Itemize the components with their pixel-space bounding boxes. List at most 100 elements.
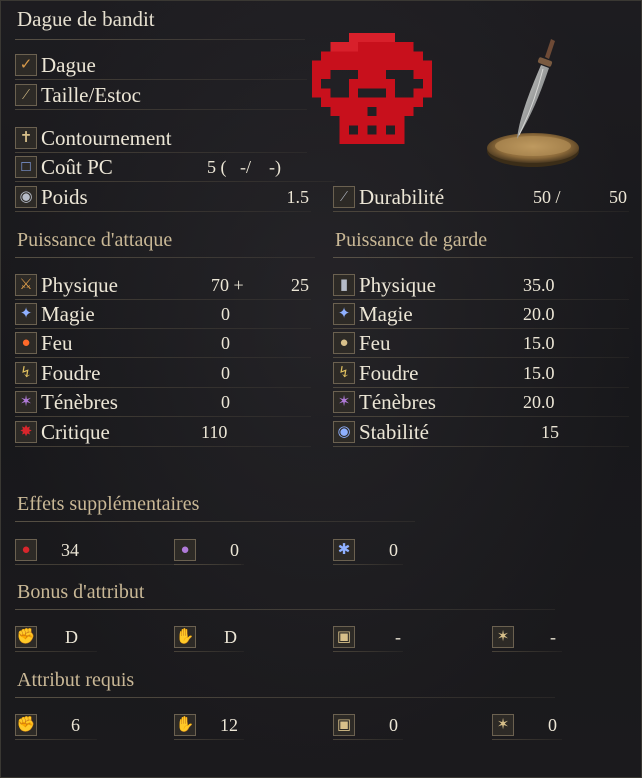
effect-value: 0	[389, 539, 398, 560]
dark-guard-icon: ✶	[333, 391, 355, 413]
weight-icon: ◉	[15, 186, 37, 208]
attack-bonus: 25	[291, 274, 309, 295]
guard-row: ◉ Stabilité 15	[333, 418, 629, 447]
fire-attack-icon: ●	[15, 332, 37, 354]
physical-guard-icon: ▮	[333, 274, 355, 296]
strength-icon: ✊	[15, 626, 37, 648]
skull-icon	[312, 33, 432, 144]
title-divider	[15, 39, 305, 40]
scaling-item: ▣ -	[333, 623, 403, 652]
attack-row: ✸ Critique 110	[15, 418, 311, 447]
requirements-header-divider	[15, 697, 555, 698]
scaling-item: ✊ D	[15, 623, 97, 652]
durability-label: Durabilité	[359, 184, 445, 209]
attack-label: Foudre	[41, 360, 101, 385]
scaling-value: D	[224, 626, 237, 647]
strength-icon: ✊	[15, 714, 37, 736]
scaling-item: ✶ -	[492, 623, 562, 652]
attack-value: 70 +	[211, 274, 244, 295]
guard-label: Ténèbres	[359, 389, 436, 414]
lightning-guard-icon: ↯	[333, 362, 355, 384]
attack-label: Critique	[41, 419, 110, 444]
fp-cost-row: □ Coût PC 5 ( -/ -)	[15, 153, 335, 182]
weight-row: ◉ Poids 1.5	[15, 183, 311, 212]
intelligence-icon: ▣	[333, 626, 355, 648]
attack-power-header: Puissance d'attaque	[17, 229, 173, 251]
physical-attack-icon: ⚔	[15, 274, 37, 296]
guard-label: Stabilité	[359, 419, 429, 444]
fp-cost-icon: □	[15, 156, 37, 178]
attack-value: 0	[221, 391, 230, 412]
guard-row: ✦ Magie 20.0	[333, 300, 629, 329]
intelligence-icon: ▣	[333, 714, 355, 736]
guard-label: Feu	[359, 330, 391, 355]
durability-current: 50 /	[533, 186, 561, 207]
dexterity-icon: ✋	[174, 626, 196, 648]
weapon-name: Dague de bandit	[17, 7, 155, 31]
dark-attack-icon: ✶	[15, 391, 37, 413]
attack-value: 110	[201, 421, 228, 442]
skill-label: Contournement	[41, 125, 172, 150]
effect-item: ✱ 0	[333, 536, 403, 565]
weapon-info-panel: Dague de bandit ✓ Dague ∕ Taille/Estoc ✝…	[0, 0, 642, 778]
guard-value: 15.0	[523, 362, 555, 383]
fp-cost-value: 5 ( -/ -)	[207, 156, 281, 177]
attack-label: Ténèbres	[41, 389, 118, 414]
attack-label: Physique	[41, 272, 119, 297]
magic-guard-icon: ✦	[333, 303, 355, 325]
durability-max: 50	[609, 186, 627, 207]
requirement-value: 6	[71, 714, 80, 735]
lightning-attack-icon: ↯	[15, 362, 37, 384]
durability-row: ∕ Durabilité 50 / 50	[333, 183, 629, 212]
guard-row: ✶ Ténèbres 20.0	[333, 388, 629, 417]
requirements-header: Attribut requis	[17, 669, 135, 691]
attack-type-icon: ∕	[15, 84, 37, 106]
attack-value: 0	[221, 332, 230, 353]
frost-icon: ✱	[333, 539, 355, 561]
requirement-item: ▣ 0	[333, 711, 403, 740]
attack-value: 0	[221, 303, 230, 324]
requirement-value: 12	[220, 714, 238, 735]
weapon-type-row: ✓ Dague	[15, 51, 307, 80]
fp-cost-label: Coût PC	[41, 154, 113, 179]
effects-header-divider	[15, 521, 415, 522]
requirement-item: ✊ 6	[15, 711, 97, 740]
attack-label: Magie	[41, 301, 95, 326]
guard-row: ↯ Foudre 15.0	[333, 359, 629, 388]
attack-type-row: ∕ Taille/Estoc	[15, 81, 307, 110]
guard-label: Physique	[359, 272, 437, 297]
requirement-item: ✋ 12	[174, 711, 244, 740]
weapon-image	[487, 39, 579, 167]
guard-value: 20.0	[523, 303, 555, 324]
guard-row: ▮ Physique 35.0	[333, 271, 629, 300]
requirement-value: 0	[389, 714, 398, 735]
fire-guard-icon: ●	[333, 332, 355, 354]
dexterity-icon: ✋	[174, 714, 196, 736]
attack-value: 0	[221, 362, 230, 383]
attack-label: Feu	[41, 330, 73, 355]
guard-label: Magie	[359, 301, 413, 326]
guard-header-divider	[333, 257, 633, 258]
requirement-item: ✶ 0	[492, 711, 562, 740]
magic-attack-icon: ✦	[15, 303, 37, 325]
bleed-icon: ●	[15, 539, 37, 561]
guard-row: ● Feu 15.0	[333, 329, 629, 358]
faith-icon: ✶	[492, 626, 514, 648]
weapon-type-label: Dague	[41, 52, 96, 77]
poison-icon: ●	[174, 539, 196, 561]
attack-row: ● Feu 0	[15, 329, 311, 358]
attack-row: ⚔ Physique 70 + 25	[15, 271, 311, 300]
effect-value: 0	[230, 539, 239, 560]
weapon-type-icon: ✓	[15, 54, 37, 76]
stability-icon: ◉	[333, 421, 355, 443]
skill-icon: ✝	[15, 127, 37, 149]
weight-label: Poids	[41, 184, 88, 209]
faith-icon: ✶	[492, 714, 514, 736]
effect-value: 34	[61, 539, 79, 560]
scaling-header-divider	[15, 609, 555, 610]
scaling-header: Bonus d'attribut	[17, 581, 145, 603]
guard-value: 15	[541, 421, 559, 442]
requirement-value: 0	[548, 714, 557, 735]
guard-value: 15.0	[523, 332, 555, 353]
guard-value: 20.0	[523, 391, 555, 412]
